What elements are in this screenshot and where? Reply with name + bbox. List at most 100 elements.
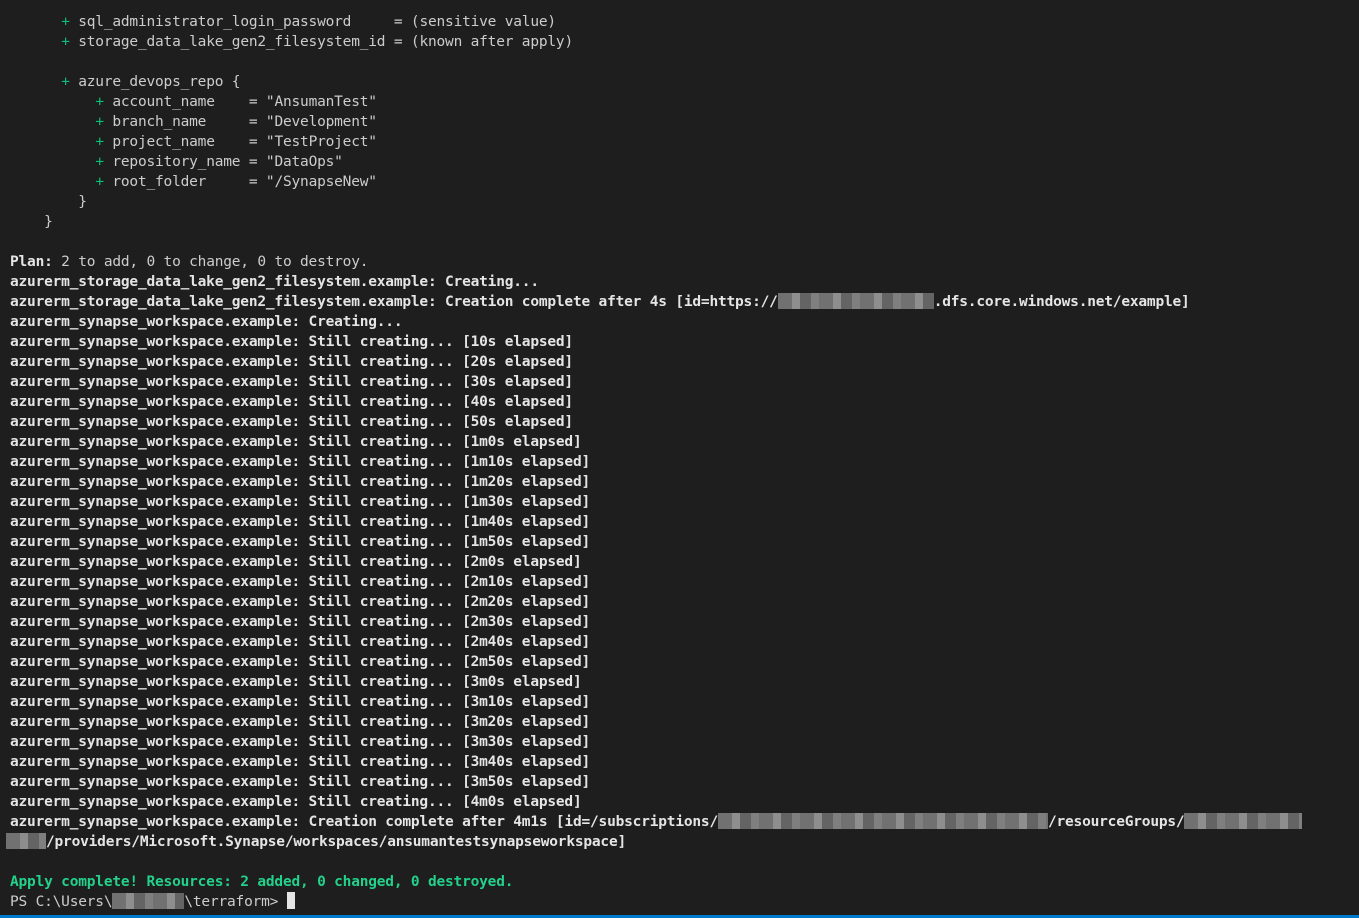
still-creating-line: azurerm_synapse_workspace.example: Still…	[10, 732, 1355, 752]
repo-attr-line: + repository_name = "DataOps"	[95, 154, 343, 170]
elapsed-time: [2m50s elapsed]	[462, 654, 591, 670]
log-prefix: azurerm_synapse_workspace.example: Still…	[10, 594, 463, 610]
still-creating-line: azurerm_synapse_workspace.example: Still…	[10, 432, 1355, 452]
elapsed-time: [3m50s elapsed]	[462, 774, 591, 790]
elapsed-time: [1m30s elapsed]	[462, 494, 591, 510]
redacted-subscription-id	[717, 813, 1048, 829]
still-creating-line: azurerm_synapse_workspace.example: Still…	[10, 712, 1355, 732]
still-creating-line: azurerm_synapse_workspace.example: Still…	[10, 792, 1355, 812]
log-prefix: azurerm_synapse_workspace.example: Still…	[10, 334, 463, 350]
elapsed-time: [1m40s elapsed]	[462, 514, 591, 530]
plus-sign: +	[95, 114, 104, 130]
elapsed-time: [1m50s elapsed]	[462, 534, 591, 550]
still-creating-line: azurerm_synapse_workspace.example: Still…	[10, 412, 1355, 432]
log-prefix: azurerm_synapse_workspace.example: Still…	[10, 734, 463, 750]
log-line: azurerm_storage_data_lake_gen2_filesyste…	[10, 274, 539, 290]
log-prefix: azurerm_synapse_workspace.example: Still…	[10, 614, 463, 630]
log-prefix: azurerm_synapse_workspace.example: Still…	[10, 654, 463, 670]
elapsed-time: [1m20s elapsed]	[462, 474, 591, 490]
repo-block-header: + azure_devops_repo {	[61, 74, 241, 90]
log-prefix: azurerm_synapse_workspace.example: Still…	[10, 774, 463, 790]
elapsed-time: [3m20s elapsed]	[462, 714, 591, 730]
plan-attr-line: + sql_administrator_login_password = (se…	[61, 14, 556, 30]
redacted-storage-account	[777, 293, 934, 309]
log-prefix: azurerm_synapse_workspace.example: Still…	[10, 794, 463, 810]
shell-prompt[interactable]: PS C:\Users\ \terraform>	[10, 892, 1355, 912]
still-creating-line: azurerm_synapse_workspace.example: Still…	[10, 672, 1355, 692]
log-line: /providers/Microsoft.Synapse/workspaces/…	[6, 832, 1355, 852]
elapsed-time: [2m30s elapsed]	[462, 614, 591, 630]
log-line: azurerm_synapse_workspace.example: Creat…	[10, 812, 1355, 832]
still-creating-line: azurerm_synapse_workspace.example: Still…	[10, 352, 1355, 372]
log-prefix: azurerm_synapse_workspace.example: Still…	[10, 434, 463, 450]
log-prefix: azurerm_synapse_workspace.example: Still…	[10, 554, 463, 570]
elapsed-time: [3m0s elapsed]	[462, 674, 582, 690]
log-prefix: azurerm_synapse_workspace.example: Still…	[10, 394, 463, 410]
log-prefix: azurerm_synapse_workspace.example: Still…	[10, 574, 463, 590]
log-prefix: azurerm_synapse_workspace.example: Still…	[10, 414, 463, 430]
log-line: azurerm_synapse_workspace.example: Creat…	[10, 314, 403, 330]
log-prefix: azurerm_synapse_workspace.example: Still…	[10, 714, 463, 730]
elapsed-time: [2m0s elapsed]	[462, 554, 582, 570]
log-prefix: azurerm_synapse_workspace.example: Still…	[10, 374, 463, 390]
elapsed-time: [3m40s elapsed]	[462, 754, 591, 770]
log-prefix: azurerm_synapse_workspace.example: Still…	[10, 754, 463, 770]
terminal-output[interactable]: + sql_administrator_login_password = (se…	[6, 12, 1355, 912]
redacted-username	[112, 893, 185, 909]
plus-sign: +	[95, 94, 104, 110]
elapsed-time: [3m10s elapsed]	[462, 694, 591, 710]
still-creating-line: azurerm_synapse_workspace.example: Still…	[10, 512, 1355, 532]
elapsed-time: [40s elapsed]	[462, 394, 573, 410]
elapsed-time: [2m10s elapsed]	[462, 574, 591, 590]
resource-block-close: }	[10, 214, 53, 230]
elapsed-time: [10s elapsed]	[462, 334, 573, 350]
still-creating-line: azurerm_synapse_workspace.example: Still…	[10, 532, 1355, 552]
plus-sign: +	[61, 14, 70, 30]
still-creating-line: azurerm_synapse_workspace.example: Still…	[10, 332, 1355, 352]
still-creating-line: azurerm_synapse_workspace.example: Still…	[10, 772, 1355, 792]
elapsed-time: [2m20s elapsed]	[462, 594, 591, 610]
elapsed-lines: azurerm_synapse_workspace.example: Still…	[10, 332, 1355, 812]
elapsed-time: [1m0s elapsed]	[462, 434, 582, 450]
plus-sign: +	[61, 74, 70, 90]
elapsed-time: [30s elapsed]	[462, 374, 573, 390]
redacted-resource-group-cont	[6, 833, 46, 849]
still-creating-line: azurerm_synapse_workspace.example: Still…	[10, 652, 1355, 672]
redacted-resource-group	[1184, 813, 1303, 829]
elapsed-time: [4m0s elapsed]	[462, 794, 582, 810]
still-creating-line: azurerm_synapse_workspace.example: Still…	[10, 392, 1355, 412]
log-line: azurerm_storage_data_lake_gen2_filesyste…	[10, 293, 1190, 310]
log-prefix: azurerm_synapse_workspace.example: Still…	[10, 534, 463, 550]
plan-summary: Plan: 2 to add, 0 to change, 0 to destro…	[10, 254, 369, 270]
log-prefix: azurerm_synapse_workspace.example: Still…	[10, 454, 463, 470]
elapsed-time: [2m40s elapsed]	[462, 634, 591, 650]
plus-sign: +	[95, 154, 104, 170]
log-prefix: azurerm_synapse_workspace.example: Still…	[10, 634, 463, 650]
plan-attr-line: + storage_data_lake_gen2_filesystem_id =…	[61, 34, 573, 50]
still-creating-line: azurerm_synapse_workspace.example: Still…	[10, 692, 1355, 712]
still-creating-line: azurerm_synapse_workspace.example: Still…	[10, 752, 1355, 772]
log-prefix: azurerm_synapse_workspace.example: Still…	[10, 694, 463, 710]
elapsed-time: [3m30s elapsed]	[462, 734, 591, 750]
still-creating-line: azurerm_synapse_workspace.example: Still…	[10, 452, 1355, 472]
still-creating-line: azurerm_synapse_workspace.example: Still…	[10, 552, 1355, 572]
repo-attr-line: + account_name = "AnsumanTest"	[95, 94, 377, 110]
log-prefix: azurerm_synapse_workspace.example: Still…	[10, 354, 463, 370]
still-creating-line: azurerm_synapse_workspace.example: Still…	[10, 492, 1355, 512]
elapsed-time: [1m10s elapsed]	[462, 454, 591, 470]
plus-sign: +	[95, 174, 104, 190]
still-creating-line: azurerm_synapse_workspace.example: Still…	[10, 592, 1355, 612]
apply-complete-message: Apply complete! Resources: 2 added, 0 ch…	[10, 874, 514, 890]
repo-attr-line: + branch_name = "Development"	[95, 114, 377, 130]
still-creating-line: azurerm_synapse_workspace.example: Still…	[10, 632, 1355, 652]
plus-sign: +	[61, 34, 70, 50]
still-creating-line: azurerm_synapse_workspace.example: Still…	[10, 372, 1355, 392]
repo-attr-line: + root_folder = "/SynapseNew"	[95, 174, 377, 190]
still-creating-line: azurerm_synapse_workspace.example: Still…	[10, 472, 1355, 492]
log-prefix: azurerm_synapse_workspace.example: Still…	[10, 474, 463, 490]
log-prefix: azurerm_synapse_workspace.example: Still…	[10, 514, 463, 530]
elapsed-time: [20s elapsed]	[462, 354, 573, 370]
